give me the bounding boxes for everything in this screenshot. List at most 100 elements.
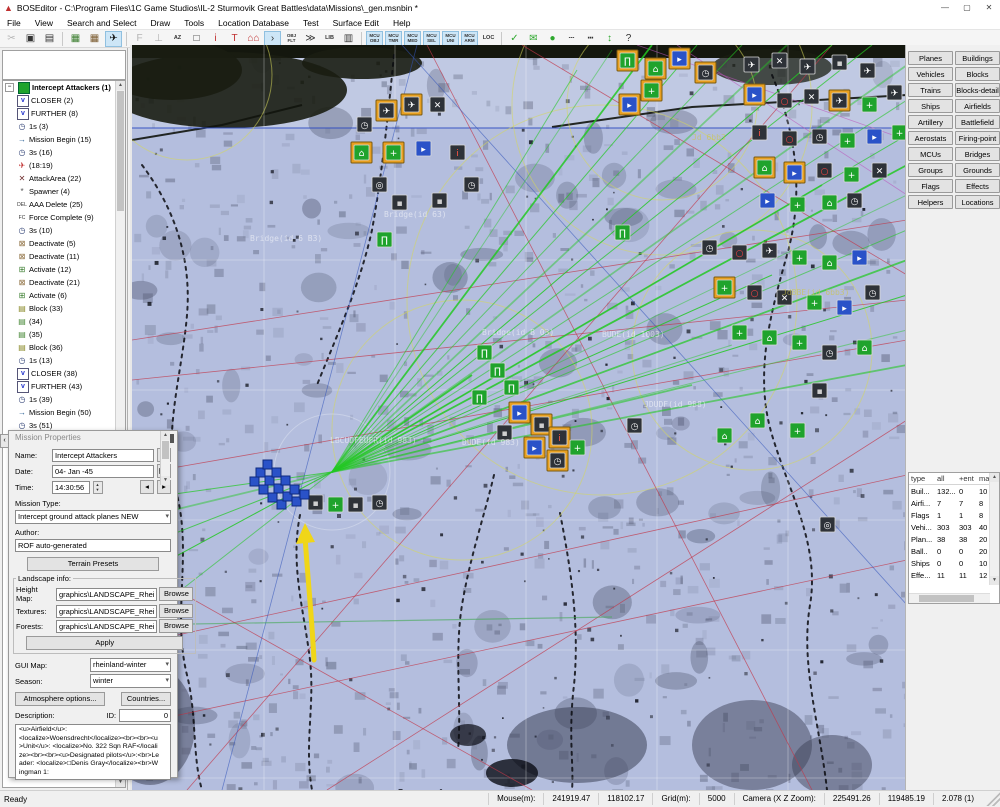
green-icon[interactable]: + — [806, 294, 823, 311]
xsq-icon[interactable]: ✕ — [803, 88, 820, 105]
bridge-icon[interactable]: ∏ — [476, 344, 493, 361]
category-firing-point[interactable]: Firing-point — [955, 131, 1000, 145]
green-icon[interactable]: + — [713, 276, 736, 299]
tree-item[interactable]: ◷ 1s (13) — [3, 354, 125, 367]
paste-button[interactable]: ▤ — [41, 31, 58, 47]
info-icon[interactable]: i — [449, 144, 466, 161]
tree-item[interactable]: v FURTHER (43) — [3, 380, 125, 393]
description-scrollbar[interactable]: ▲ ▼ — [160, 431, 170, 485]
green-icon[interactable]: + — [327, 496, 344, 513]
category-helpers[interactable]: Helpers — [908, 195, 953, 209]
house-icon[interactable]: ⌂ — [761, 329, 778, 346]
green-icon[interactable]: + — [640, 79, 663, 102]
season-select[interactable]: winter — [90, 674, 171, 688]
atmosphere-options-button[interactable]: Atmosphere options... — [15, 692, 105, 706]
house-icon[interactable]: ⌂ — [856, 339, 873, 356]
close-button[interactable]: ✕ — [978, 1, 1000, 15]
copy-button[interactable]: ▣ — [22, 31, 39, 47]
tree-item[interactable]: ▤ Block (36) — [3, 341, 125, 354]
green-icon[interactable]: + — [861, 96, 878, 113]
gui-map-select[interactable]: rheinland-winter — [90, 658, 171, 672]
green-icon[interactable]: + — [791, 249, 808, 266]
time-prev-button[interactable]: ◂ — [140, 480, 154, 494]
tree-item[interactable]: * Spawner (4) — [3, 185, 125, 198]
menu-file[interactable]: File — [0, 16, 28, 30]
tree-item[interactable]: ▤ (34) — [3, 315, 125, 328]
map-viewport[interactable]: ∏ ⌂ ▸ ◷ + ▸ ◷ ✈ ✈ ✕ ⌂ + ▸ i ◷ ◎ ▪ ▪ ∏ ∏ ✈ ✕ ✈ ▪ ✈ ▸ ○ ✕ ✈ + ✈ i ○ ◷ + ▸ + ⌂ ▸ ○… — [130, 45, 907, 790]
clock-icon[interactable]: ◷ — [821, 344, 838, 361]
blue-icon[interactable]: ▸ — [851, 249, 868, 266]
green-icon[interactable]: + — [839, 132, 856, 149]
tree-item[interactable]: ◷ 3s (10) — [3, 224, 125, 237]
dark-icon[interactable]: ▪ — [347, 496, 364, 513]
house-icon[interactable]: ⌂ — [821, 194, 838, 211]
green-icon[interactable]: + — [382, 141, 405, 164]
category-effects[interactable]: Effects — [955, 179, 1000, 193]
apply-button[interactable]: Apply — [26, 636, 184, 650]
blue-icon[interactable]: ▸ — [415, 140, 432, 157]
time-spinner[interactable]: ▲ ▼ — [92, 480, 103, 494]
tree-item[interactable]: v FURTHER (8) — [3, 107, 125, 120]
tree-item[interactable]: ⊠ Deactivate (21) — [3, 276, 125, 289]
blue-icon[interactable]: ▸ — [783, 161, 806, 184]
category-buildings[interactable]: Buildings — [955, 51, 1000, 65]
category-mcus[interactable]: MCUs — [908, 147, 953, 161]
category-vehicles[interactable]: Vehicles — [908, 67, 953, 81]
tree-item[interactable]: ◷ 1s (39) — [3, 393, 125, 406]
bridge-icon[interactable]: ∏ — [471, 389, 488, 406]
xsq-icon[interactable]: ✕ — [771, 52, 788, 69]
plane-tool-button[interactable]: ✈ — [105, 30, 122, 47]
bridge-icon[interactable]: ∏ — [614, 224, 631, 241]
forests-input[interactable]: graphics\LANDSCAPE_Rhei — [56, 619, 158, 633]
clock-icon[interactable]: ◷ — [356, 116, 373, 133]
redc-icon[interactable]: ○ — [781, 130, 798, 147]
table-row[interactable]: Vehi... 303 303 40 — [909, 521, 999, 533]
clock-icon[interactable]: ◷ — [463, 176, 480, 193]
house-icon[interactable]: ⌂ — [716, 427, 733, 444]
house-icon[interactable]: ⌂ — [821, 254, 838, 271]
table-row[interactable]: Plan... 38 38 20 — [909, 533, 999, 545]
clock-icon[interactable]: ◷ — [846, 192, 863, 209]
table-row[interactable]: Airfi... 7 7 8 — [909, 497, 999, 509]
green-icon[interactable]: + — [569, 439, 586, 456]
column-header[interactable]: all — [935, 473, 957, 484]
maximize-button[interactable]: ▢ — [956, 1, 978, 15]
plane-icon[interactable]: ✈ — [886, 84, 903, 101]
clock-icon[interactable]: ◷ — [864, 284, 881, 301]
house-icon[interactable]: ⌂ — [644, 57, 667, 80]
tree-item[interactable]: ▤ (35) — [3, 328, 125, 341]
clock-icon[interactable]: ◷ — [546, 449, 569, 472]
menu-help[interactable]: Help — [386, 16, 417, 30]
dark-icon[interactable]: ▪ — [431, 192, 448, 209]
menu-view[interactable]: View — [28, 16, 60, 30]
green-icon[interactable]: + — [789, 422, 806, 439]
dark-icon[interactable]: ▪ — [831, 54, 848, 71]
scroll-down-icon[interactable]: ▼ — [161, 476, 170, 485]
category-grounds[interactable]: Grounds — [955, 163, 1000, 177]
clock-icon[interactable]: ◷ — [626, 417, 643, 434]
map-canvas[interactable]: ∏ ⌂ ▸ ◷ + ▸ ◷ ✈ ✈ ✕ ⌂ + ▸ i ◷ ◎ ▪ ▪ ∏ ∏ ✈ ✕ ✈ ▪ ✈ ▸ ○ ✕ ✈ + ✈ i ○ ◷ + ▸ + ⌂ ▸ ○… — [132, 45, 907, 790]
blue-icon[interactable]: ▸ — [836, 299, 853, 316]
author-input[interactable]: ROF auto-generated — [15, 539, 171, 552]
table-row[interactable]: Ships 0 0 10 — [909, 557, 999, 569]
plane-icon[interactable]: ✈ — [761, 242, 778, 259]
terrain-flat-button[interactable]: ▦ — [67, 31, 84, 47]
green-icon[interactable]: + — [789, 196, 806, 213]
dark-icon[interactable]: ▪ — [811, 382, 828, 399]
cut-button[interactable]: ✂ — [3, 31, 20, 47]
terrain-presets-button[interactable]: Terrain Presets — [27, 557, 159, 571]
tree-item[interactable]: DEL AAA Delete (25) — [3, 198, 125, 211]
tree-item[interactable]: ⊠ Deactivate (5) — [3, 237, 125, 250]
table-row[interactable]: Flags 1 1 8 — [909, 509, 999, 521]
tree-item[interactable]: ✕ AttackArea (22) — [3, 172, 125, 185]
tree-item[interactable]: → Mission Begin (15) — [3, 133, 125, 146]
info-icon[interactable]: i — [751, 124, 768, 141]
plane-icon[interactable]: ✈ — [828, 89, 851, 112]
clock-icon[interactable]: ◷ — [701, 239, 718, 256]
category-blocks[interactable]: Blocks — [955, 67, 1000, 81]
category-planes[interactable]: Planes — [908, 51, 953, 65]
category-aerostats[interactable]: Aerostats — [908, 131, 953, 145]
clock-icon[interactable]: ◷ — [811, 128, 828, 145]
table-row[interactable]: Buil... 132... 0 10 — [909, 485, 999, 497]
category-blocks-detail[interactable]: Blocks-detail — [955, 83, 1000, 97]
